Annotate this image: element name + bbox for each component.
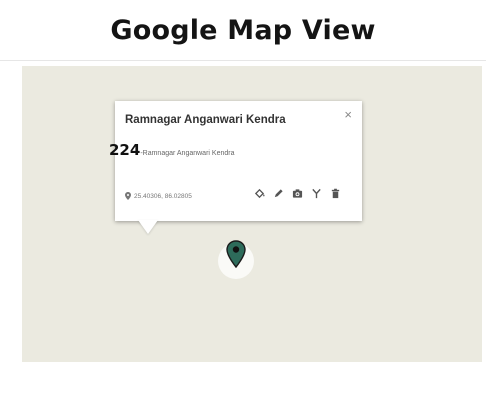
close-button[interactable]: × xyxy=(344,107,352,122)
location-marker[interactable] xyxy=(218,237,254,279)
info-window: × Ramnagar Anganwari Kendra 224-Ramnagar… xyxy=(109,101,362,221)
page-title: Google Map View xyxy=(110,14,376,46)
info-actions xyxy=(253,187,341,199)
coordinates: 25.40306, 86.02805 xyxy=(125,192,192,200)
place-id-line: 224-Ramnagar Anganwari Kendra xyxy=(109,141,234,160)
delete-icon[interactable] xyxy=(329,187,341,199)
place-subtitle: -Ramnagar Anganwari Kendra xyxy=(140,150,235,157)
edit-icon[interactable] xyxy=(272,187,284,199)
coordinates-text: 25.40306, 86.02805 xyxy=(134,192,192,200)
location-pin-icon xyxy=(125,192,131,200)
map-view[interactable]: × Ramnagar Anganwari Kendra 224-Ramnagar… xyxy=(22,66,482,362)
camera-icon[interactable] xyxy=(291,187,303,199)
place-id: 224 xyxy=(109,141,141,159)
fill-icon[interactable] xyxy=(253,187,265,199)
branch-icon[interactable] xyxy=(310,187,322,199)
header: Google Map View xyxy=(0,0,486,61)
info-window-pointer xyxy=(138,220,158,234)
map-pin-icon xyxy=(226,240,246,269)
place-title: Ramnagar Anganwari Kendra xyxy=(125,114,286,126)
